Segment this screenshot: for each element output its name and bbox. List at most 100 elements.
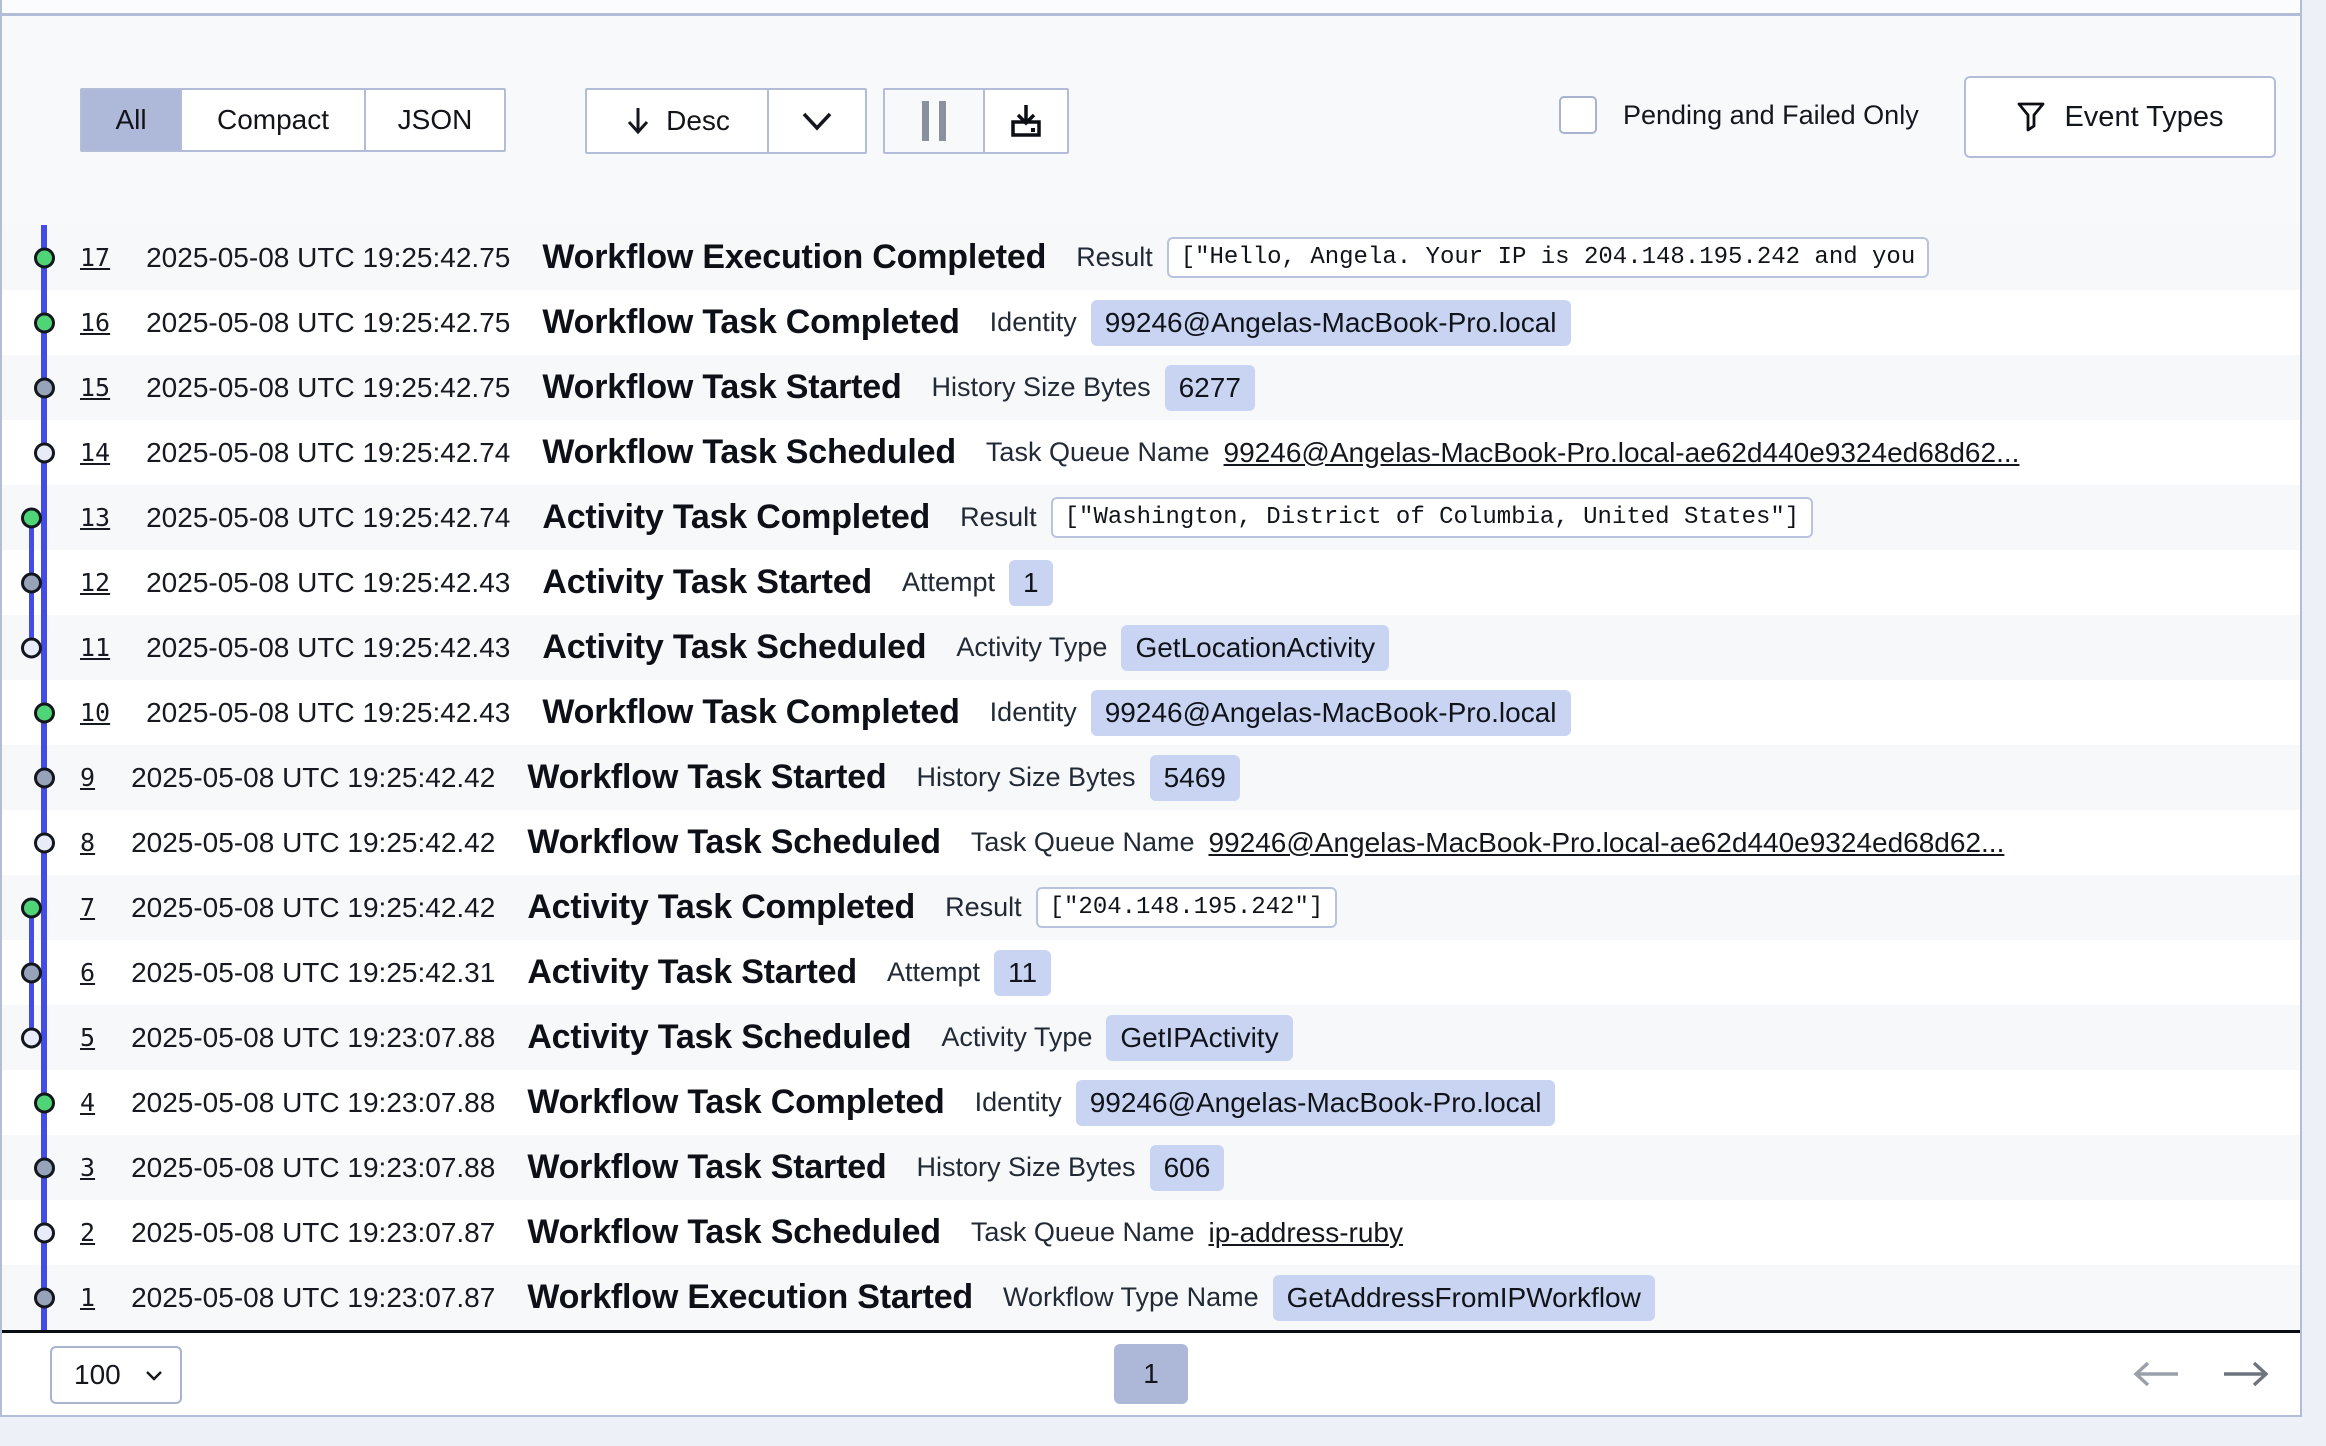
sort-desc-label: Desc xyxy=(666,105,730,137)
event-name: Activity Task Started xyxy=(542,563,872,602)
event-row[interactable]: 2 2025-05-08 UTC 19:23:07.87 Workflow Ta… xyxy=(2,1200,2300,1265)
event-detail-link[interactable]: ip-address-ruby xyxy=(1208,1217,1403,1249)
event-row[interactable]: 13 2025-05-08 UTC 19:25:42.74 Activity T… xyxy=(2,485,2300,550)
event-id-link[interactable]: 12 xyxy=(80,568,110,597)
event-id-link[interactable]: 1 xyxy=(80,1283,95,1312)
sort-desc-button[interactable]: Desc xyxy=(587,90,767,152)
previous-page-arrow-icon[interactable] xyxy=(2130,1359,2182,1389)
event-types-button[interactable]: Event Types xyxy=(1964,76,2276,158)
arrow-down-icon xyxy=(624,104,652,138)
event-id-link[interactable]: 4 xyxy=(80,1088,95,1117)
tab-json[interactable]: JSON xyxy=(364,90,504,150)
event-timestamp: 2025-05-08 UTC 19:25:42.43 xyxy=(146,697,510,729)
event-name: Activity Task Scheduled xyxy=(542,628,926,667)
event-id-link[interactable]: 13 xyxy=(80,503,110,532)
page-size-select[interactable]: 100 xyxy=(50,1346,182,1404)
event-row[interactable]: 1 2025-05-08 UTC 19:23:07.87 Workflow Ex… xyxy=(2,1265,2300,1330)
event-detail-label: Workflow Type Name xyxy=(1003,1282,1259,1313)
event-row[interactable]: 7 2025-05-08 UTC 19:25:42.42 Activity Ta… xyxy=(2,875,2300,940)
event-status-dot xyxy=(34,1287,55,1308)
event-row[interactable]: 16 2025-05-08 UTC 19:25:42.75 Workflow T… xyxy=(2,290,2300,355)
event-detail-label: Attempt xyxy=(902,567,995,598)
event-row[interactable]: 6 2025-05-08 UTC 19:25:42.31 Activity Ta… xyxy=(2,940,2300,1005)
funnel-icon xyxy=(2016,101,2046,133)
event-name: Activity Task Completed xyxy=(542,498,930,537)
event-timestamp: 2025-05-08 UTC 19:23:07.87 xyxy=(131,1217,495,1249)
event-detail-label: Activity Type xyxy=(941,1022,1092,1053)
event-name: Activity Task Scheduled xyxy=(527,1018,911,1057)
event-id-link[interactable]: 17 xyxy=(80,243,110,272)
event-status-dot xyxy=(34,767,55,788)
download-icon xyxy=(1006,101,1046,141)
event-detail-label: Task Queue Name xyxy=(986,437,1210,468)
pending-failed-checkbox[interactable] xyxy=(1559,96,1597,134)
event-detail-label: Identity xyxy=(990,307,1077,338)
event-detail-label: Result xyxy=(960,502,1037,533)
event-row[interactable]: 14 2025-05-08 UTC 19:25:42.74 Workflow T… xyxy=(2,420,2300,485)
event-row[interactable]: 9 2025-05-08 UTC 19:25:42.42 Workflow Ta… xyxy=(2,745,2300,810)
event-row[interactable]: 15 2025-05-08 UTC 19:25:42.75 Workflow T… xyxy=(2,355,2300,420)
pause-icon xyxy=(922,101,929,141)
event-id-link[interactable]: 2 xyxy=(80,1218,95,1247)
event-id-link[interactable]: 5 xyxy=(80,1023,95,1052)
event-name: Activity Task Started xyxy=(527,953,857,992)
event-status-dot xyxy=(34,247,55,268)
event-detail-badge: 11 xyxy=(994,950,1051,996)
event-status-dot xyxy=(21,572,42,593)
event-id-link[interactable]: 15 xyxy=(80,373,110,402)
tab-all[interactable]: All xyxy=(82,90,180,150)
sort-dropdown-button[interactable] xyxy=(767,90,865,152)
event-detail-code: ["Washington, District of Columbia, Unit… xyxy=(1051,497,1814,538)
tab-compact[interactable]: Compact xyxy=(180,90,364,150)
event-row[interactable]: 10 2025-05-08 UTC 19:25:42.43 Workflow T… xyxy=(2,680,2300,745)
pending-failed-label: Pending and Failed Only xyxy=(1623,100,1919,131)
event-timestamp: 2025-05-08 UTC 19:25:42.31 xyxy=(131,957,495,989)
event-id-link[interactable]: 7 xyxy=(80,893,95,922)
event-id-link[interactable]: 10 xyxy=(80,698,110,727)
event-timestamp: 2025-05-08 UTC 19:25:42.42 xyxy=(131,827,495,859)
event-detail-link[interactable]: 99246@Angelas-MacBook-Pro.local-ae62d440… xyxy=(1208,827,2004,859)
event-row[interactable]: 17 2025-05-08 UTC 19:25:42.75 Workflow E… xyxy=(2,225,2300,290)
event-id-link[interactable]: 8 xyxy=(80,828,95,857)
event-detail-label: Attempt xyxy=(887,957,980,988)
current-page-button[interactable]: 1 xyxy=(1114,1344,1188,1404)
event-name: Activity Task Completed xyxy=(527,888,915,927)
download-button[interactable] xyxy=(983,90,1067,152)
event-row[interactable]: 11 2025-05-08 UTC 19:25:42.43 Activity T… xyxy=(2,615,2300,680)
event-row[interactable]: 8 2025-05-08 UTC 19:25:42.42 Workflow Ta… xyxy=(2,810,2300,875)
event-name: Workflow Execution Started xyxy=(527,1278,973,1317)
pause-download-control xyxy=(883,88,1069,154)
event-name: Workflow Task Completed xyxy=(527,1083,944,1122)
event-detail-badge: 99246@Angelas-MacBook-Pro.local xyxy=(1091,690,1571,736)
event-id-link[interactable]: 6 xyxy=(80,958,95,987)
pause-button[interactable] xyxy=(885,90,983,152)
event-detail-badge: 99246@Angelas-MacBook-Pro.local xyxy=(1091,300,1571,346)
event-status-dot xyxy=(21,637,42,658)
event-row[interactable]: 4 2025-05-08 UTC 19:23:07.88 Workflow Ta… xyxy=(2,1070,2300,1135)
event-row[interactable]: 3 2025-05-08 UTC 19:23:07.88 Workflow Ta… xyxy=(2,1135,2300,1200)
event-history-toolbar: All Compact JSON Desc xyxy=(2,16,2300,225)
event-id-link[interactable]: 16 xyxy=(80,308,110,337)
event-id-link[interactable]: 3 xyxy=(80,1153,95,1182)
event-status-dot xyxy=(21,507,42,528)
event-detail-label: Identity xyxy=(975,1087,1062,1118)
event-detail-label: Task Queue Name xyxy=(971,827,1195,858)
event-detail-badge: GetAddressFromIPWorkflow xyxy=(1273,1275,1655,1321)
event-detail-badge: GetLocationActivity xyxy=(1121,625,1389,671)
event-status-dot xyxy=(21,897,42,918)
event-status-dot xyxy=(34,702,55,723)
event-id-link[interactable]: 11 xyxy=(80,633,110,662)
event-row[interactable]: 12 2025-05-08 UTC 19:25:42.43 Activity T… xyxy=(2,550,2300,615)
event-detail-label: History Size Bytes xyxy=(917,762,1136,793)
event-row[interactable]: 5 2025-05-08 UTC 19:23:07.88 Activity Ta… xyxy=(2,1005,2300,1070)
event-status-dot xyxy=(21,962,42,983)
event-status-dot xyxy=(34,442,55,463)
event-name: Workflow Task Completed xyxy=(542,303,959,342)
next-page-arrow-icon[interactable] xyxy=(2220,1359,2272,1389)
event-detail-link[interactable]: 99246@Angelas-MacBook-Pro.local-ae62d440… xyxy=(1224,437,2020,469)
pagination-bar: 100 1 xyxy=(2,1330,2300,1415)
event-id-link[interactable]: 9 xyxy=(80,763,95,792)
event-name: Workflow Task Completed xyxy=(542,693,959,732)
event-name: Workflow Task Started xyxy=(527,758,886,797)
event-id-link[interactable]: 14 xyxy=(80,438,110,467)
